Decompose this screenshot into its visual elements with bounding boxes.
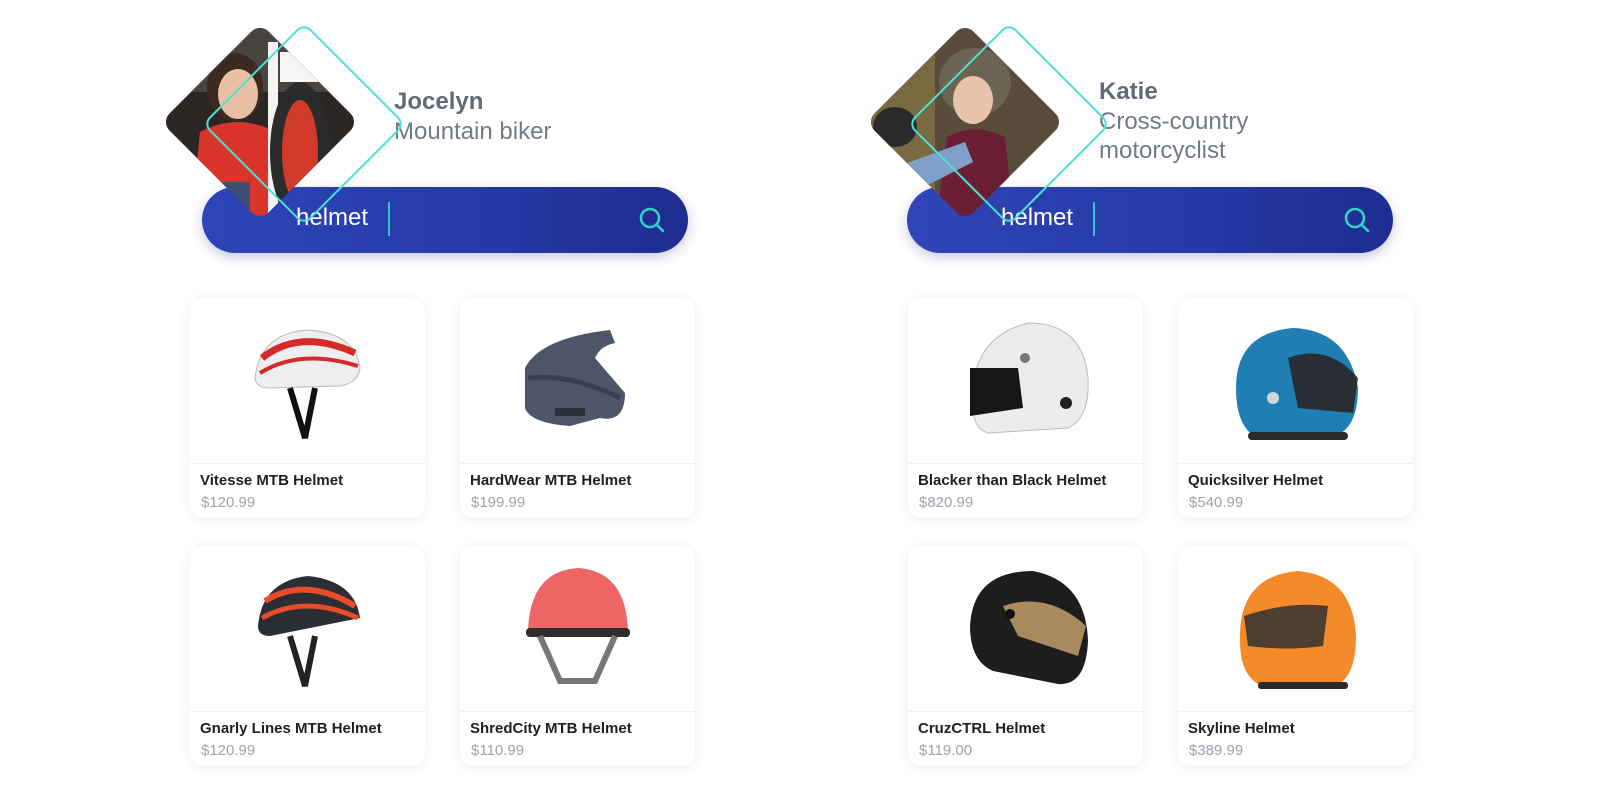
text-cursor	[388, 202, 390, 236]
product-card[interactable]: ShredCity MTB Helmet $110.99	[460, 546, 695, 766]
product-price: $110.99	[471, 742, 525, 759]
grey-full-face-mtb-helmet-image	[460, 330, 695, 464]
product-name[interactable]: Blacker than Black Helmet	[918, 472, 1106, 489]
product-card[interactable]: Gnarly Lines MTB Helmet $120.99	[190, 546, 425, 766]
product-price: $820.99	[919, 494, 974, 511]
persona-panel-katie: Katie Cross-country motorcyclist helmet …	[855, 0, 1575, 800]
persona-role-line-1: Cross-country	[1099, 108, 1249, 135]
pink-skate-helmet-image	[460, 568, 695, 712]
product-name[interactable]: Gnarly Lines MTB Helmet	[200, 720, 382, 737]
orange-full-face-motorcycle-helmet-image	[1178, 571, 1413, 712]
black-gold-motorcycle-helmet-image	[908, 571, 1143, 712]
white-red-bike-helmet-image	[190, 329, 425, 464]
product-card[interactable]: Skyline Helmet $389.99	[1178, 546, 1413, 766]
persona-name: Katie	[1099, 78, 1158, 105]
search-icon[interactable]	[638, 206, 666, 234]
persona-role: Mountain biker	[394, 118, 552, 145]
product-price: $540.99	[1189, 494, 1244, 511]
product-price: $199.99	[471, 494, 526, 511]
product-price: $120.99	[201, 742, 256, 759]
product-name[interactable]: ShredCity MTB Helmet	[470, 720, 632, 737]
product-price: $120.99	[201, 494, 256, 511]
persona-name: Jocelyn	[394, 88, 484, 115]
product-name[interactable]: Vitesse MTB Helmet	[200, 472, 343, 489]
blue-modular-motorcycle-helmet-image	[1178, 328, 1413, 464]
product-card[interactable]: Blacker than Black Helmet $820.99	[908, 298, 1143, 518]
product-card[interactable]: HardWear MTB Helmet $199.99	[460, 298, 695, 518]
product-name[interactable]: HardWear MTB Helmet	[470, 472, 631, 489]
persona-avatar	[160, 22, 406, 226]
white-racing-helmet-image	[908, 322, 1143, 464]
persona-avatar	[865, 22, 1111, 226]
product-price: $119.00	[919, 742, 973, 759]
product-card[interactable]: Vitesse MTB Helmet $120.99	[190, 298, 425, 518]
search-icon[interactable]	[1343, 206, 1371, 234]
persona-panel-jocelyn: Jocelyn Mountain biker helmet Vitesse MT…	[150, 0, 870, 800]
text-cursor	[1093, 202, 1095, 236]
persona-role-line-2: motorcyclist	[1099, 137, 1226, 164]
product-card[interactable]: Quicksilver Helmet $540.99	[1178, 298, 1413, 518]
product-name[interactable]: CruzCTRL Helmet	[918, 720, 1045, 737]
product-name[interactable]: Quicksilver Helmet	[1188, 472, 1323, 489]
red-black-bike-helmet-image	[190, 576, 425, 712]
product-price: $389.99	[1189, 742, 1244, 759]
product-name[interactable]: Skyline Helmet	[1188, 720, 1295, 737]
product-card[interactable]: CruzCTRL Helmet $119.00	[908, 546, 1143, 766]
